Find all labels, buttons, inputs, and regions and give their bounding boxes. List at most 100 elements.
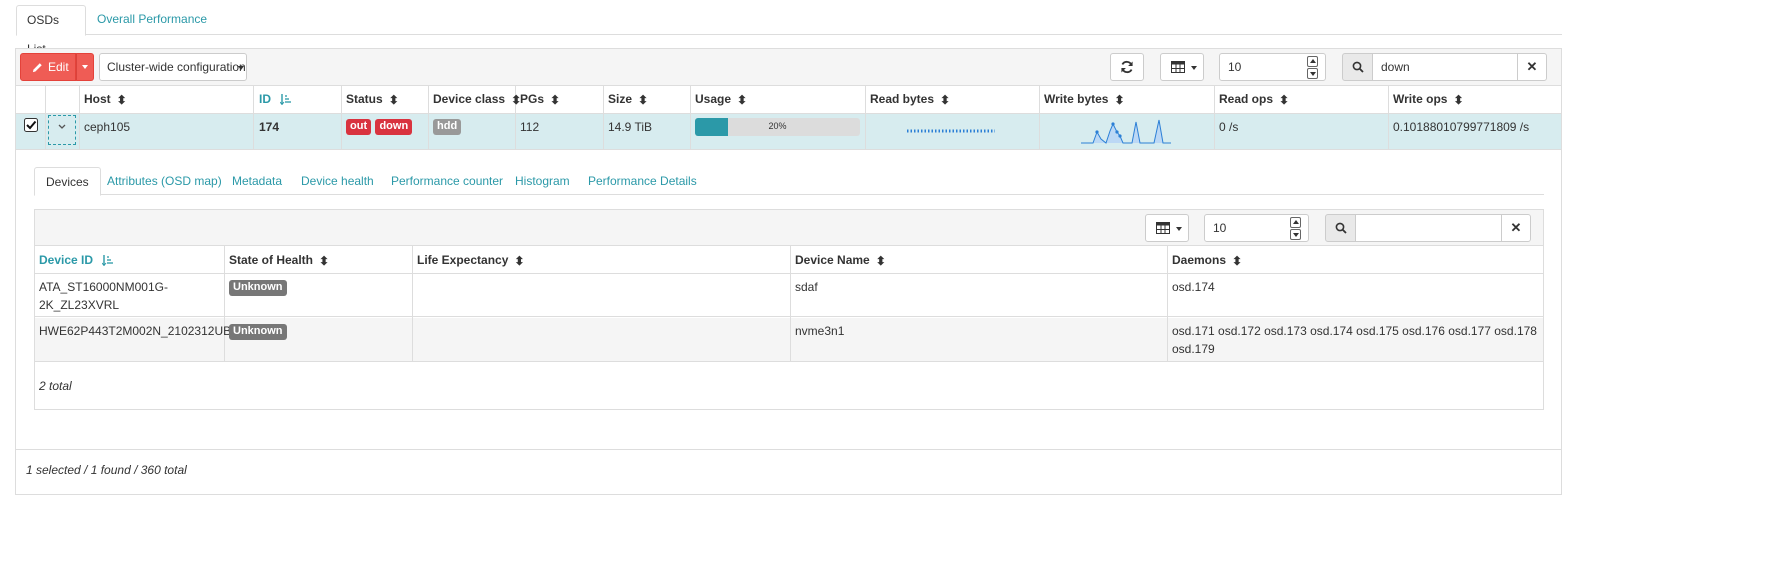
tab-overall-performance[interactable]: Overall Performance: [87, 5, 217, 35]
usage-percent-label: 20%: [768, 121, 787, 131]
device-name-cell: nvme3n1: [795, 324, 845, 338]
health-cell: Unknown: [229, 279, 287, 296]
header-host-label: Host: [84, 92, 111, 106]
cell-id: 174: [259, 120, 280, 134]
header-id-label: ID: [259, 92, 271, 106]
header-read-bytes-label: Read bytes: [870, 92, 935, 106]
health-badge: Unknown: [229, 280, 287, 296]
search-input[interactable]: [1372, 53, 1518, 81]
header-daemons[interactable]: Daemons ⬍: [1172, 253, 1242, 268]
cell-pgs: 112: [520, 120, 540, 134]
column-divider: [1388, 114, 1389, 150]
cell-write-ops: 0.10188010799771809 /s: [1393, 120, 1530, 134]
sort-icon: ⬍: [737, 92, 748, 107]
tab-devices[interactable]: Devices: [34, 167, 101, 196]
header-write-bytes-label: Write bytes: [1044, 92, 1109, 106]
column-divider: [515, 114, 516, 150]
tab-performance-details[interactable]: Performance Details: [577, 167, 708, 195]
column-divider: [45, 114, 46, 150]
cell-size: 14.9 TiB: [608, 120, 653, 134]
devices-table-footer: 2 total: [39, 379, 72, 393]
column-divider: [253, 114, 254, 150]
health-cell: Unknown: [229, 323, 287, 340]
columns-dropdown[interactable]: [1160, 53, 1204, 81]
devices-page-size-increment[interactable]: [1290, 217, 1301, 228]
row-expand-toggle[interactable]: [48, 115, 76, 145]
edit-dropdown-toggle[interactable]: [76, 53, 94, 81]
table-footer-divider: [16, 449, 1561, 450]
header-device-id[interactable]: Device ID: [39, 253, 114, 267]
header-status-label: Status: [346, 92, 383, 106]
header-read-ops[interactable]: Read ops ⬍: [1219, 92, 1289, 107]
header-state-of-health-label: State of Health: [229, 253, 314, 267]
header-write-ops-label: Write ops: [1393, 92, 1448, 106]
sort-amount-icon: [102, 255, 114, 267]
sort-icon: ⬍: [1232, 253, 1243, 268]
column-divider: [1167, 318, 1168, 362]
header-usage-label: Usage: [695, 92, 732, 106]
column-divider: [79, 114, 80, 150]
header-write-bytes[interactable]: Write bytes ⬍: [1044, 92, 1125, 107]
tab-histogram[interactable]: Histogram: [504, 167, 581, 195]
edit-button[interactable]: Edit: [20, 53, 76, 81]
column-divider: [690, 114, 691, 150]
device-name-cell: sdaf: [795, 280, 818, 294]
usage-progress-bar: 20%: [695, 118, 860, 136]
header-life-expectancy-label: Life Expectancy: [417, 253, 509, 267]
header-device-name-label: Device Name: [795, 253, 870, 267]
header-state-of-health[interactable]: State of Health ⬍: [229, 253, 329, 268]
header-status[interactable]: Status ⬍: [346, 92, 399, 107]
devices-page-size-decrement[interactable]: [1290, 229, 1301, 240]
header-pgs[interactable]: PGs ⬍: [520, 92, 560, 107]
tab-device-health[interactable]: Device health: [290, 167, 385, 195]
header-life-expectancy[interactable]: Life Expectancy ⬍: [417, 253, 524, 268]
column-divider: [1039, 114, 1040, 150]
close-icon: ✕: [1526, 59, 1538, 74]
device-id-line2: 2K_ZL23XVRL: [39, 298, 120, 312]
sort-icon: ⬍: [875, 253, 886, 268]
tab-metadata[interactable]: Metadata: [221, 167, 293, 195]
header-device-name[interactable]: Device Name ⬍: [795, 253, 886, 268]
page-size-increment[interactable]: [1307, 56, 1318, 67]
header-host[interactable]: Host ⬍: [84, 92, 127, 107]
tab-osds-list[interactable]: OSDs List: [16, 5, 86, 56]
devices-panel: ✕ Device ID State of Health ⬍ Life Expect…: [34, 209, 1544, 410]
cluster-config-dropdown[interactable]: Cluster-wide configuration: [99, 53, 247, 81]
sort-icon: ⬍: [116, 92, 127, 107]
table-columns-icon: [1156, 222, 1170, 234]
devices-clear-search-button[interactable]: ✕: [1501, 214, 1531, 242]
header-device-class[interactable]: Device class ⬍: [433, 92, 521, 107]
column-divider: [603, 114, 604, 150]
header-read-ops-label: Read ops: [1219, 92, 1274, 106]
search-icon: [1352, 61, 1364, 73]
header-read-bytes[interactable]: Read bytes ⬍: [870, 92, 950, 107]
sort-icon: ⬍: [1453, 92, 1464, 107]
devices-toolbar: [35, 210, 1543, 246]
page-size-decrement[interactable]: [1307, 68, 1318, 79]
health-badge: Unknown: [229, 324, 287, 340]
devices-columns-dropdown[interactable]: [1145, 214, 1189, 242]
header-size[interactable]: Size ⬍: [608, 92, 648, 107]
clear-search-button[interactable]: ✕: [1517, 53, 1547, 81]
sort-icon: ⬍: [940, 92, 951, 107]
edit-label: Edit: [48, 60, 69, 74]
header-id[interactable]: ID: [259, 92, 292, 106]
devices-search-input[interactable]: [1355, 214, 1502, 242]
sort-icon: ⬍: [388, 92, 399, 107]
table-toolbar: Edit Cluster-wide configuration 10 down …: [16, 49, 1561, 86]
checkbox-checked-icon[interactable]: [24, 118, 38, 132]
sort-amount-icon: [280, 94, 292, 106]
close-icon: ✕: [1510, 220, 1522, 235]
search-addon: [1342, 53, 1373, 81]
device-id-line1: ATA_ST16000NM001G-: [39, 280, 168, 294]
sort-icon: ⬍: [319, 253, 330, 268]
tab-performance-counter[interactable]: Performance counter: [380, 167, 514, 195]
header-usage[interactable]: Usage ⬍: [695, 92, 747, 107]
read-bytes-sparkline: [907, 129, 995, 133]
tab-attributes[interactable]: Attributes (OSD map): [96, 167, 233, 195]
devices-search-addon: [1325, 214, 1356, 242]
column-divider: [341, 114, 342, 150]
header-size-label: Size: [608, 92, 633, 106]
header-write-ops[interactable]: Write ops ⬍: [1393, 92, 1464, 107]
refresh-button[interactable]: [1110, 53, 1144, 81]
